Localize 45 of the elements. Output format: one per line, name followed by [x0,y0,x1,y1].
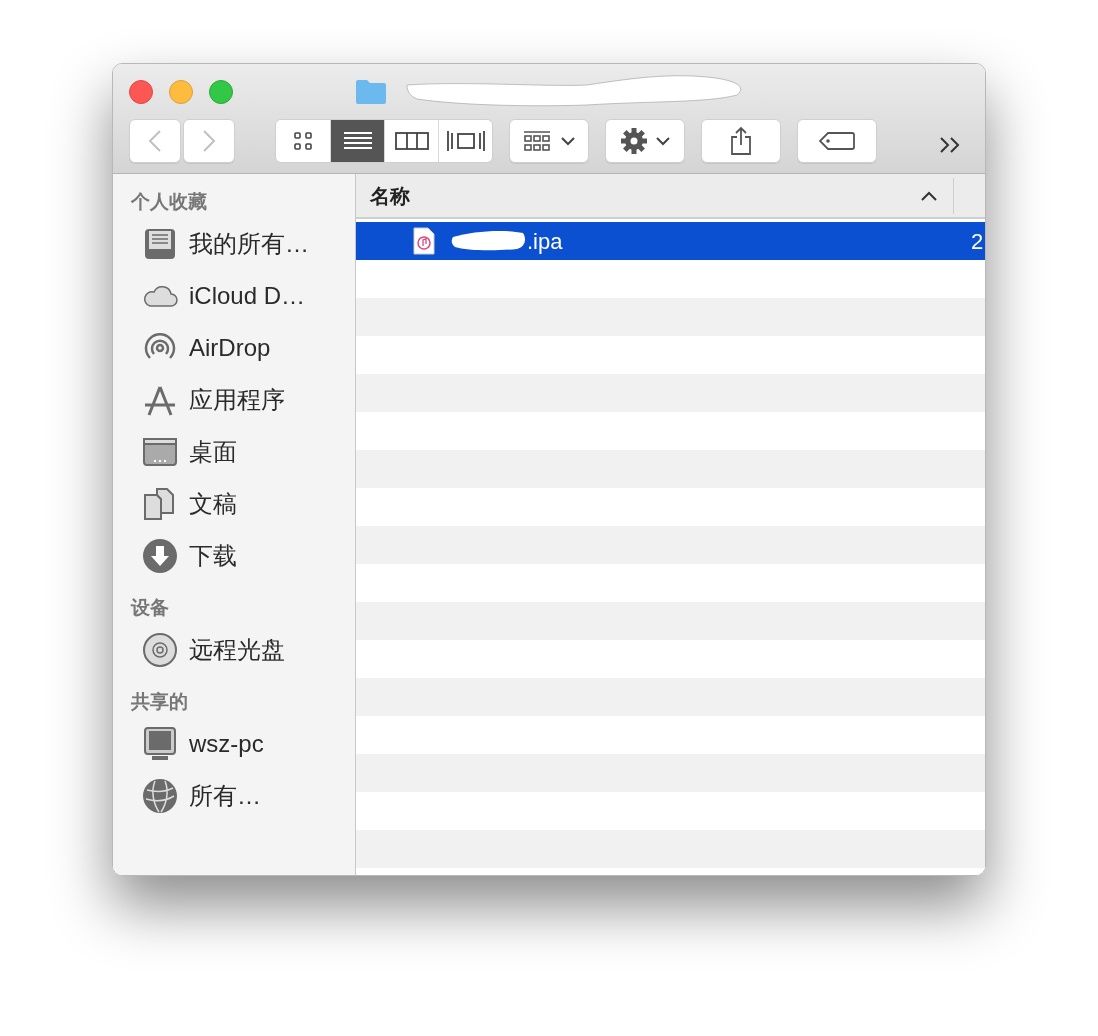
sidebar-section-title: 个人收藏 [131,190,208,214]
sidebar-item[interactable]: 下载 [131,530,355,582]
icon-view-icon [292,130,314,152]
sidebar-item[interactable]: 所有… [131,770,355,822]
sidebar-item[interactable]: iCloud D… [131,270,355,322]
view-mode-button[interactable] [276,120,330,162]
sidebar-item[interactable]: 我的所有… [131,218,355,270]
sidebar-item[interactable]: 桌面 [131,426,355,478]
download-icon [141,537,179,575]
file-row[interactable]: .ipa 2 [356,222,985,260]
gear-icon [620,127,648,155]
share-button[interactable] [701,119,781,163]
globe-icon [141,777,179,815]
sidebar-item[interactable]: AirDrop [131,322,355,374]
sidebar-section-title: 共享的 [131,690,189,714]
monitor-icon [141,725,179,763]
table-cell-text: 2 [971,227,985,256]
chevron-left-icon [148,129,162,153]
grid-icon [523,130,551,152]
tag-icon [819,131,855,151]
folder-icon [355,79,387,105]
chevron-down-icon [656,136,670,146]
sidebar-item[interactable]: 远程光盘 [131,624,355,676]
sidebar-item[interactable]: 应用程序 [131,374,355,426]
disc-icon [141,631,179,669]
action-button[interactable] [605,119,685,163]
list-view-icon [342,130,373,152]
arrange-button[interactable] [509,119,589,163]
sidebar-section-title: 设备 [131,596,170,620]
close-button[interactable] [129,80,153,104]
share-icon [729,126,753,156]
column-header[interactable]: 名称 [356,174,985,219]
sidebar-item[interactable]: 文稿 [131,478,355,530]
music-file-icon [413,227,435,255]
chevron-right-icon [202,129,216,153]
sort-caret-icon [921,190,937,201]
tag-button[interactable] [797,119,877,163]
cover-flow-icon [445,130,486,152]
view-mode-button[interactable] [384,120,438,162]
view-mode-button[interactable] [438,120,492,162]
file-name: .ipa [527,227,564,256]
sidebar-item[interactable]: wsz-pc [131,718,355,770]
view-mode-button[interactable] [330,120,384,162]
chevron-down-icon [561,136,575,146]
column-view-icon [394,130,429,152]
